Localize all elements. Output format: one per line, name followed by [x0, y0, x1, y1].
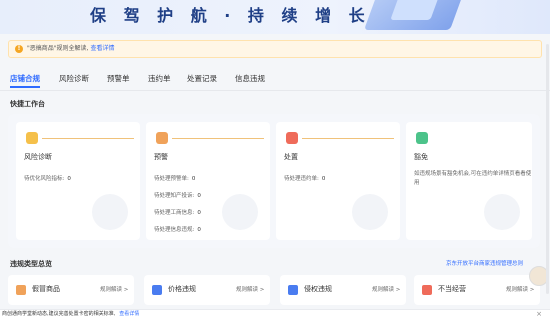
violation-card-improper[interactable]: 不当经营 规则解读 > [414, 275, 540, 305]
tab-disposal-records[interactable]: 处置记录 [187, 73, 217, 84]
card-title: 假冒商品 [32, 285, 60, 293]
warning-icon [156, 132, 168, 144]
price-icon [152, 285, 162, 295]
improper-icon [422, 285, 432, 295]
stage-item[interactable]: 待处理信息违规: 0 [154, 225, 201, 233]
warning-circle-icon: ! [15, 45, 23, 53]
rule-link[interactable]: 规则解读 > [236, 285, 264, 293]
stage-item[interactable]: 待处理工商信息: 0 [154, 208, 201, 216]
stage-title: 豁免 [414, 153, 428, 161]
violation-rules-link[interactable]: 京东开放平台商家违规管理总则 [446, 259, 523, 267]
stage-risk-diagnosis: 风险诊断 待优化风险指标: 0 [16, 122, 140, 240]
exemption-icon [416, 132, 428, 144]
infringement-icon [288, 285, 298, 295]
tabs-divider [0, 90, 550, 91]
tab-info-violation[interactable]: 信息违规 [235, 73, 265, 84]
violation-card-infringement[interactable]: 侵权违规 规则解读 > [280, 275, 406, 305]
stage-title: 预警 [154, 153, 168, 161]
violation-card-counterfeit[interactable]: 假冒商品 规则解读 > [8, 275, 134, 305]
card-title: 价格违规 [168, 285, 196, 293]
card-title: 侵权违规 [304, 285, 332, 293]
rule-link[interactable]: 规则解读 > [100, 285, 128, 293]
risk-diagnosis-icon [26, 132, 38, 144]
rule-link[interactable]: 规则解读 > [372, 285, 400, 293]
workbench-title: 快捷工作台 [10, 100, 45, 108]
bottom-notice-link[interactable]: 查看详情 [119, 311, 139, 317]
stage-item[interactable]: 待优化风险指标: 0 [24, 174, 71, 182]
tab-violation-orders[interactable]: 违约单 [148, 73, 171, 84]
stage-title: 风险诊断 [24, 153, 52, 161]
notice-link[interactable]: 查看详情 [90, 45, 114, 52]
stage-exemption: 豁免 如违规场景有豁免机会,可在违约单详情页看看使用 [406, 122, 532, 240]
watermark-shield [222, 194, 258, 230]
stage-warning: 预警 待处理预警单: 0 待处理知产投诉: 0 待处理工商信息: 0 待处理信息违规:… [146, 122, 270, 240]
rule-link[interactable]: 规则解读 > [506, 285, 534, 293]
stage-title: 处置 [284, 153, 298, 161]
quick-workbench: 风险诊断 待优化风险指标: 0 预警 待处理预警单: 0 待处理知产投诉: 0 待处理… [8, 114, 540, 248]
tab-store-compliance[interactable]: 店铺合规 [10, 73, 40, 84]
stage-connector [302, 138, 394, 139]
violation-types-title: 违规类型总览 [10, 260, 52, 268]
watermark-shield [484, 194, 520, 230]
stage-item[interactable]: 待处理知产投诉: 0 [154, 191, 201, 199]
banner-title: 保 驾 护 航 · 持 续 增 长 [90, 6, 371, 25]
notice-bar: ! "恶搞商品"规则全解读, 查看详情 [8, 40, 542, 58]
stage-item[interactable]: 待处理违约单: 0 [284, 174, 325, 182]
watermark-shield [92, 194, 128, 230]
tab-warning-orders[interactable]: 预警单 [107, 73, 130, 84]
stage-description: 如违规场景有豁免机会,可在违约单详情页看看使用 [414, 171, 532, 186]
active-tab-underline [10, 86, 40, 88]
top-banner: 保 驾 护 航 · 持 续 增 长 [0, 0, 550, 34]
stage-disposal: 处置 待处理违约单: 0 [276, 122, 400, 240]
watermark-shield [352, 194, 388, 230]
tab-risk-diagnosis[interactable]: 风险诊断 [59, 73, 89, 84]
stage-item[interactable]: 待处理预警单: 0 [154, 174, 195, 182]
scrollbar[interactable] [546, 44, 549, 294]
stage-connector [172, 138, 264, 139]
stage-connector [42, 138, 134, 139]
disposal-icon [286, 132, 298, 144]
violation-type-cards: 假冒商品 规则解读 > 价格违规 规则解读 > 侵权违规 规则解读 > 不当经营… [8, 275, 540, 305]
counterfeit-icon [16, 285, 26, 295]
violation-card-price[interactable]: 价格违规 规则解读 > [144, 275, 270, 305]
notice-text: "恶搞商品"规则全解读, 查看详情 [27, 45, 115, 52]
card-title: 不当经营 [438, 285, 466, 293]
